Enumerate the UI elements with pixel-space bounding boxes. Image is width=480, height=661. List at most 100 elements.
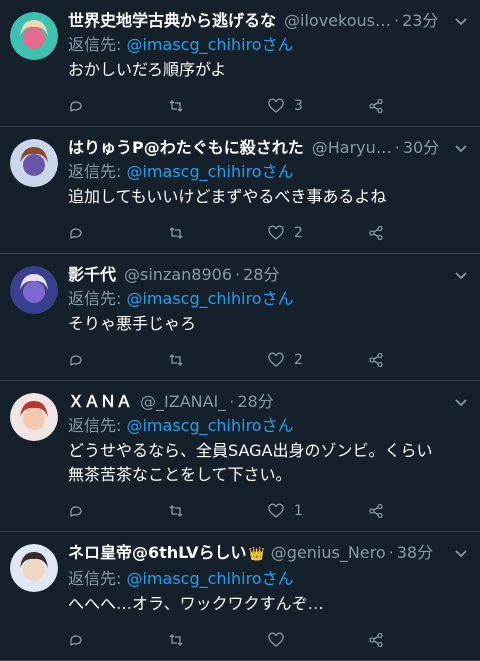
share-icon — [369, 503, 383, 519]
retweet-icon — [169, 634, 183, 646]
reply-context: 返信先: @imascg_chihiroさん — [68, 288, 468, 310]
reply-icon — [70, 228, 82, 239]
share-button[interactable] — [368, 632, 468, 648]
reply-context: 返信先: @imascg_chihiroさん — [68, 34, 468, 56]
share-button[interactable] — [368, 225, 468, 241]
reply-button[interactable] — [68, 503, 168, 519]
reply-button[interactable] — [68, 225, 168, 241]
avatar[interactable] — [10, 393, 58, 441]
separator-dot: · — [388, 543, 394, 562]
reply-mention-link[interactable]: @imascg_chihiroさん — [126, 35, 293, 54]
avatar[interactable] — [10, 12, 58, 60]
user-handle[interactable]: @sinzan8906 — [124, 264, 232, 286]
tweet[interactable]: 世界史地学古典から逃げるな @ilovekous… · 23分 返信先: @im… — [0, 0, 480, 127]
tweet[interactable]: ネロ皇帝@6thLVらしい 👑 @genius_Nero · 38分 返信先: @… — [0, 532, 480, 661]
retweet-button[interactable] — [168, 632, 268, 648]
avatar[interactable] — [10, 266, 58, 314]
tweet-header: ＸＡＮＡ @_IZANAI_ · 28分 — [68, 391, 468, 413]
reply-prefix: 返信先: — [68, 416, 127, 435]
heart-icon — [268, 632, 284, 647]
reply-icon — [70, 101, 82, 112]
share-button[interactable] — [368, 98, 468, 114]
separator-dot: · — [229, 392, 235, 411]
display-name[interactable]: ＸＡＮＡ — [68, 391, 132, 413]
like-button[interactable]: 1 — [268, 503, 368, 519]
chevron-down-icon[interactable] — [454, 546, 468, 560]
share-icon — [369, 352, 383, 368]
display-name[interactable]: 世界史地学古典から逃げるな — [68, 10, 276, 32]
like-button[interactable]: 2 — [268, 352, 368, 368]
tweet-actions: 2 — [68, 340, 468, 380]
chevron-down-icon[interactable] — [454, 14, 468, 28]
tweet-actions: 2 — [68, 213, 468, 253]
like-button[interactable]: 2 — [268, 225, 368, 241]
timestamp[interactable]: 38分 — [397, 542, 433, 564]
separator-dot: · — [393, 11, 400, 30]
separator-dot: · — [235, 265, 241, 284]
reply-context: 返信先: @imascg_chihiroさん — [68, 568, 468, 590]
tweet-actions: 1 — [68, 491, 468, 531]
user-handle[interactable]: @ilovekous… — [284, 10, 391, 32]
reply-mention-link[interactable]: @imascg_chihiroさん — [126, 416, 293, 435]
tweet[interactable]: ＸＡＮＡ @_IZANAI_ · 28分 返信先: @imascg_chihir… — [0, 381, 480, 532]
like-button[interactable]: 3 — [268, 98, 368, 114]
user-handle[interactable]: @Haryu… — [312, 137, 392, 159]
share-icon — [369, 225, 383, 241]
tweet-header: はりゅうP@わたぐもに殺された @Haryu… · 30分 — [68, 137, 468, 159]
timestamp[interactable]: 28分 — [243, 264, 279, 286]
heart-icon — [268, 503, 284, 518]
retweet-icon — [169, 227, 183, 239]
tweet-header: 世界史地学古典から逃げるな @ilovekous… · 23分 — [68, 10, 468, 32]
tweet-text: どうせやるなら、全員SAGA出身のゾンビ。くらい 無茶苦茶なことをして下さい。 — [68, 441, 433, 484]
heart-icon — [268, 225, 284, 240]
reply-mention-link[interactable]: @imascg_chihiroさん — [126, 569, 293, 588]
reply-prefix: 返信先: — [68, 162, 127, 181]
like-button[interactable] — [268, 632, 368, 648]
reply-button[interactable] — [68, 352, 168, 368]
chevron-down-icon[interactable] — [454, 141, 468, 155]
like-count: 1 — [294, 503, 303, 519]
reply-mention-link[interactable]: @imascg_chihiroさん — [126, 162, 293, 181]
timestamp[interactable]: 28分 — [237, 391, 273, 413]
heart-icon — [268, 352, 284, 367]
like-count: 2 — [294, 225, 303, 241]
timestamp[interactable]: 30分 — [403, 137, 439, 159]
avatar[interactable] — [10, 139, 58, 187]
separator-dot: · — [394, 138, 400, 157]
reply-icon — [70, 506, 82, 517]
retweet-button[interactable] — [168, 503, 268, 519]
reply-icon — [70, 635, 82, 646]
display-name[interactable]: はりゅうP@わたぐもに殺された — [68, 137, 304, 159]
user-handle[interactable]: @genius_Nero — [271, 542, 386, 564]
timestamp[interactable]: 23分 — [402, 10, 438, 32]
tweet-text: そりゃ悪手じゃろ — [68, 314, 197, 333]
retweet-icon — [169, 100, 183, 112]
reply-button[interactable] — [68, 632, 168, 648]
tweet-header: ネロ皇帝@6thLVらしい 👑 @genius_Nero · 38分 — [68, 542, 468, 566]
reply-prefix: 返信先: — [68, 569, 127, 588]
user-handle[interactable]: @_IZANAI_ — [140, 391, 226, 413]
retweet-button[interactable] — [168, 352, 268, 368]
reply-mention-link[interactable]: @imascg_chihiroさん — [126, 289, 293, 308]
reply-icon — [70, 355, 82, 366]
display-name[interactable]: ネロ皇帝@6thLVらしい — [68, 542, 247, 564]
chevron-down-icon[interactable] — [454, 395, 468, 409]
retweet-button[interactable] — [168, 225, 268, 241]
chevron-down-icon[interactable] — [454, 268, 468, 282]
share-icon — [369, 98, 383, 114]
tweet-actions: 3 — [68, 86, 468, 126]
retweet-icon — [169, 505, 183, 517]
tweet[interactable]: はりゅうP@わたぐもに殺された @Haryu… · 30分 返信先: @imas… — [0, 127, 480, 254]
share-button[interactable] — [368, 352, 468, 368]
tweet[interactable]: 影千代 @sinzan8906 · 28分 返信先: @imascg_chihi… — [0, 254, 480, 381]
share-button[interactable] — [368, 503, 468, 519]
display-name[interactable]: 影千代 — [68, 264, 116, 286]
reply-context: 返信先: @imascg_chihiroさん — [68, 415, 468, 437]
tweet-actions — [68, 620, 468, 660]
avatar[interactable] — [10, 544, 58, 592]
retweet-icon — [169, 354, 183, 366]
tweet-text: へへへ…オラ、ワックワクすんぞ… — [68, 594, 324, 613]
reply-prefix: 返信先: — [68, 35, 127, 54]
reply-button[interactable] — [68, 98, 168, 114]
retweet-button[interactable] — [168, 98, 268, 114]
